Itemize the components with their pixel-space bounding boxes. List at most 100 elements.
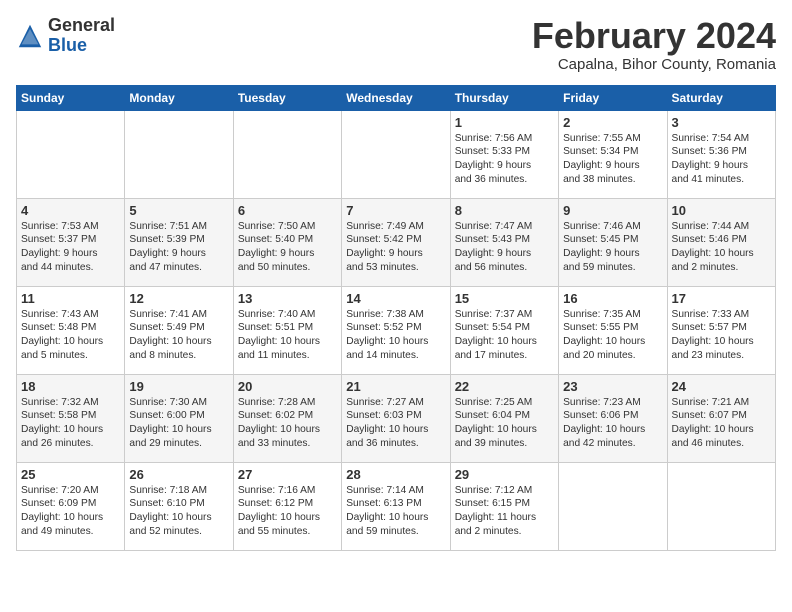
day-content: Sunrise: 7:53 AM Sunset: 5:37 PM Dayligh…: [21, 220, 120, 275]
weekday-header: Friday: [559, 85, 667, 110]
day-number: 1: [455, 115, 554, 130]
day-number: 4: [21, 203, 120, 218]
day-number: 22: [455, 379, 554, 394]
calendar-cell: 10 Sunrise: 7:44 AM Sunset: 5:46 PM Dayli…: [667, 198, 775, 286]
day-content: Sunrise: 7:40 AM Sunset: 5:51 PM Dayligh…: [238, 308, 337, 363]
calendar-week-row: 18Sunrise: 7:32 AM Sunset: 5:58 PM Dayli…: [17, 374, 776, 462]
day-number: 10: [672, 203, 771, 218]
day-number: 14: [346, 291, 445, 306]
day-content: Sunrise: 7:33 AM Sunset: 5:57 PM Dayligh…: [672, 308, 771, 363]
day-number: 21: [346, 379, 445, 394]
day-content: Sunrise: 7:37 AM Sunset: 5:54 PM Dayligh…: [455, 308, 554, 363]
day-number: 25: [21, 467, 120, 482]
day-content: Sunrise: 7:14 AM Sunset: 6:13 PM Dayligh…: [346, 484, 445, 539]
calendar-cell: [125, 110, 233, 198]
day-content: Sunrise: 7:41 AM Sunset: 5:49 PM Dayligh…: [129, 308, 228, 363]
day-content: Sunrise: 7:30 AM Sunset: 6:00 PM Dayligh…: [129, 396, 228, 451]
calendar-cell: 25 Sunrise: 7:20 AM Sunset: 6:09 PM Dayli…: [17, 462, 125, 550]
calendar-cell: 3 Sunrise: 7:54 AM Sunset: 5:36 PM Daylig…: [667, 110, 775, 198]
day-number: 2: [563, 115, 662, 130]
day-number: 3: [672, 115, 771, 130]
day-number: 24: [672, 379, 771, 394]
weekday-header-row: SundayMondayTuesdayWednesdayThursdayFrid…: [17, 85, 776, 110]
day-content: Sunrise: 7:38 AM Sunset: 5:52 PM Dayligh…: [346, 308, 445, 363]
day-content: Sunrise: 7:23 AM Sunset: 6:06 PM Dayligh…: [563, 396, 662, 451]
weekday-header: Monday: [125, 85, 233, 110]
day-number: 12: [129, 291, 228, 306]
day-content: Sunrise: 7:54 AM Sunset: 5:36 PM Dayligh…: [672, 132, 771, 187]
weekday-header: Saturday: [667, 85, 775, 110]
title-block: February 2024 Capalna, Bihor County, Rom…: [532, 16, 776, 73]
calendar-cell: 8 Sunrise: 7:47 AM Sunset: 5:43 PM Daylig…: [450, 198, 558, 286]
day-content: Sunrise: 7:21 AM Sunset: 6:07 PM Dayligh…: [672, 396, 771, 451]
calendar-cell: 16 Sunrise: 7:35 AM Sunset: 5:55 PM Dayli…: [559, 286, 667, 374]
day-number: 6: [238, 203, 337, 218]
day-content: Sunrise: 7:43 AM Sunset: 5:48 PM Dayligh…: [21, 308, 120, 363]
day-number: 26: [129, 467, 228, 482]
calendar-week-row: 4 Sunrise: 7:53 AM Sunset: 5:37 PM Daylig…: [17, 198, 776, 286]
weekday-header: Thursday: [450, 85, 558, 110]
calendar-cell: 7 Sunrise: 7:49 AM Sunset: 5:42 PM Daylig…: [342, 198, 450, 286]
day-number: 9: [563, 203, 662, 218]
day-content: Sunrise: 7:35 AM Sunset: 5:55 PM Dayligh…: [563, 308, 662, 363]
calendar-cell: 21 Sunrise: 7:27 AM Sunset: 6:03 PM Dayli…: [342, 374, 450, 462]
calendar-cell: [342, 110, 450, 198]
logo-icon: [16, 22, 44, 50]
day-content: Sunrise: 7:25 AM Sunset: 6:04 PM Dayligh…: [455, 396, 554, 451]
calendar-week-row: 1Sunrise: 7:56 AM Sunset: 5:33 PM Daylig…: [17, 110, 776, 198]
calendar-cell: 29 Sunrise: 7:12 AM Sunset: 6:15 PM Dayli…: [450, 462, 558, 550]
calendar-cell: 15 Sunrise: 7:37 AM Sunset: 5:54 PM Dayli…: [450, 286, 558, 374]
day-number: 18: [21, 379, 120, 394]
calendar-cell: 28 Sunrise: 7:14 AM Sunset: 6:13 PM Dayli…: [342, 462, 450, 550]
calendar-week-row: 11 Sunrise: 7:43 AM Sunset: 5:48 PM Dayli…: [17, 286, 776, 374]
logo-blue-text: Blue: [48, 35, 87, 55]
day-content: Sunrise: 7:47 AM Sunset: 5:43 PM Dayligh…: [455, 220, 554, 275]
location-subtitle: Capalna, Bihor County, Romania: [532, 56, 776, 73]
calendar-cell: 22 Sunrise: 7:25 AM Sunset: 6:04 PM Dayli…: [450, 374, 558, 462]
calendar-cell: 18Sunrise: 7:32 AM Sunset: 5:58 PM Dayli…: [17, 374, 125, 462]
day-number: 13: [238, 291, 337, 306]
calendar-cell: 26 Sunrise: 7:18 AM Sunset: 6:10 PM Dayli…: [125, 462, 233, 550]
day-content: Sunrise: 7:27 AM Sunset: 6:03 PM Dayligh…: [346, 396, 445, 451]
day-content: Sunrise: 7:12 AM Sunset: 6:15 PM Dayligh…: [455, 484, 554, 539]
day-content: Sunrise: 7:44 AM Sunset: 5:46 PM Dayligh…: [672, 220, 771, 275]
day-number: 29: [455, 467, 554, 482]
day-number: 15: [455, 291, 554, 306]
calendar-cell: 1Sunrise: 7:56 AM Sunset: 5:33 PM Daylig…: [450, 110, 558, 198]
calendar-cell: 6Sunrise: 7:50 AM Sunset: 5:40 PM Daylig…: [233, 198, 341, 286]
calendar-cell: [559, 462, 667, 550]
calendar-week-row: 25 Sunrise: 7:20 AM Sunset: 6:09 PM Dayli…: [17, 462, 776, 550]
calendar-cell: 5Sunrise: 7:51 AM Sunset: 5:39 PM Daylig…: [125, 198, 233, 286]
weekday-header: Tuesday: [233, 85, 341, 110]
day-number: 17: [672, 291, 771, 306]
day-content: Sunrise: 7:49 AM Sunset: 5:42 PM Dayligh…: [346, 220, 445, 275]
day-number: 28: [346, 467, 445, 482]
day-content: Sunrise: 7:18 AM Sunset: 6:10 PM Dayligh…: [129, 484, 228, 539]
calendar-cell: [667, 462, 775, 550]
calendar-cell: 11 Sunrise: 7:43 AM Sunset: 5:48 PM Dayli…: [17, 286, 125, 374]
calendar-cell: 17 Sunrise: 7:33 AM Sunset: 5:57 PM Dayli…: [667, 286, 775, 374]
calendar-cell: 19 Sunrise: 7:30 AM Sunset: 6:00 PM Dayli…: [125, 374, 233, 462]
day-content: Sunrise: 7:46 AM Sunset: 5:45 PM Dayligh…: [563, 220, 662, 275]
day-content: Sunrise: 7:16 AM Sunset: 6:12 PM Dayligh…: [238, 484, 337, 539]
day-content: Sunrise: 7:28 AM Sunset: 6:02 PM Dayligh…: [238, 396, 337, 451]
calendar-cell: 13 Sunrise: 7:40 AM Sunset: 5:51 PM Dayli…: [233, 286, 341, 374]
page-header: General Blue February 2024 Capalna, Biho…: [16, 16, 776, 73]
day-number: 7: [346, 203, 445, 218]
day-number: 27: [238, 467, 337, 482]
day-number: 16: [563, 291, 662, 306]
day-number: 23: [563, 379, 662, 394]
day-content: Sunrise: 7:55 AM Sunset: 5:34 PM Dayligh…: [563, 132, 662, 187]
weekday-header: Wednesday: [342, 85, 450, 110]
calendar-cell: 2 Sunrise: 7:55 AM Sunset: 5:34 PM Daylig…: [559, 110, 667, 198]
day-number: 19: [129, 379, 228, 394]
day-number: 11: [21, 291, 120, 306]
calendar-cell: 24 Sunrise: 7:21 AM Sunset: 6:07 PM Dayli…: [667, 374, 775, 462]
calendar-cell: 20Sunrise: 7:28 AM Sunset: 6:02 PM Dayli…: [233, 374, 341, 462]
day-content: Sunrise: 7:20 AM Sunset: 6:09 PM Dayligh…: [21, 484, 120, 539]
calendar-cell: [17, 110, 125, 198]
calendar-cell: 14 Sunrise: 7:38 AM Sunset: 5:52 PM Dayli…: [342, 286, 450, 374]
calendar-cell: [233, 110, 341, 198]
day-number: 8: [455, 203, 554, 218]
calendar-cell: 23 Sunrise: 7:23 AM Sunset: 6:06 PM Dayli…: [559, 374, 667, 462]
